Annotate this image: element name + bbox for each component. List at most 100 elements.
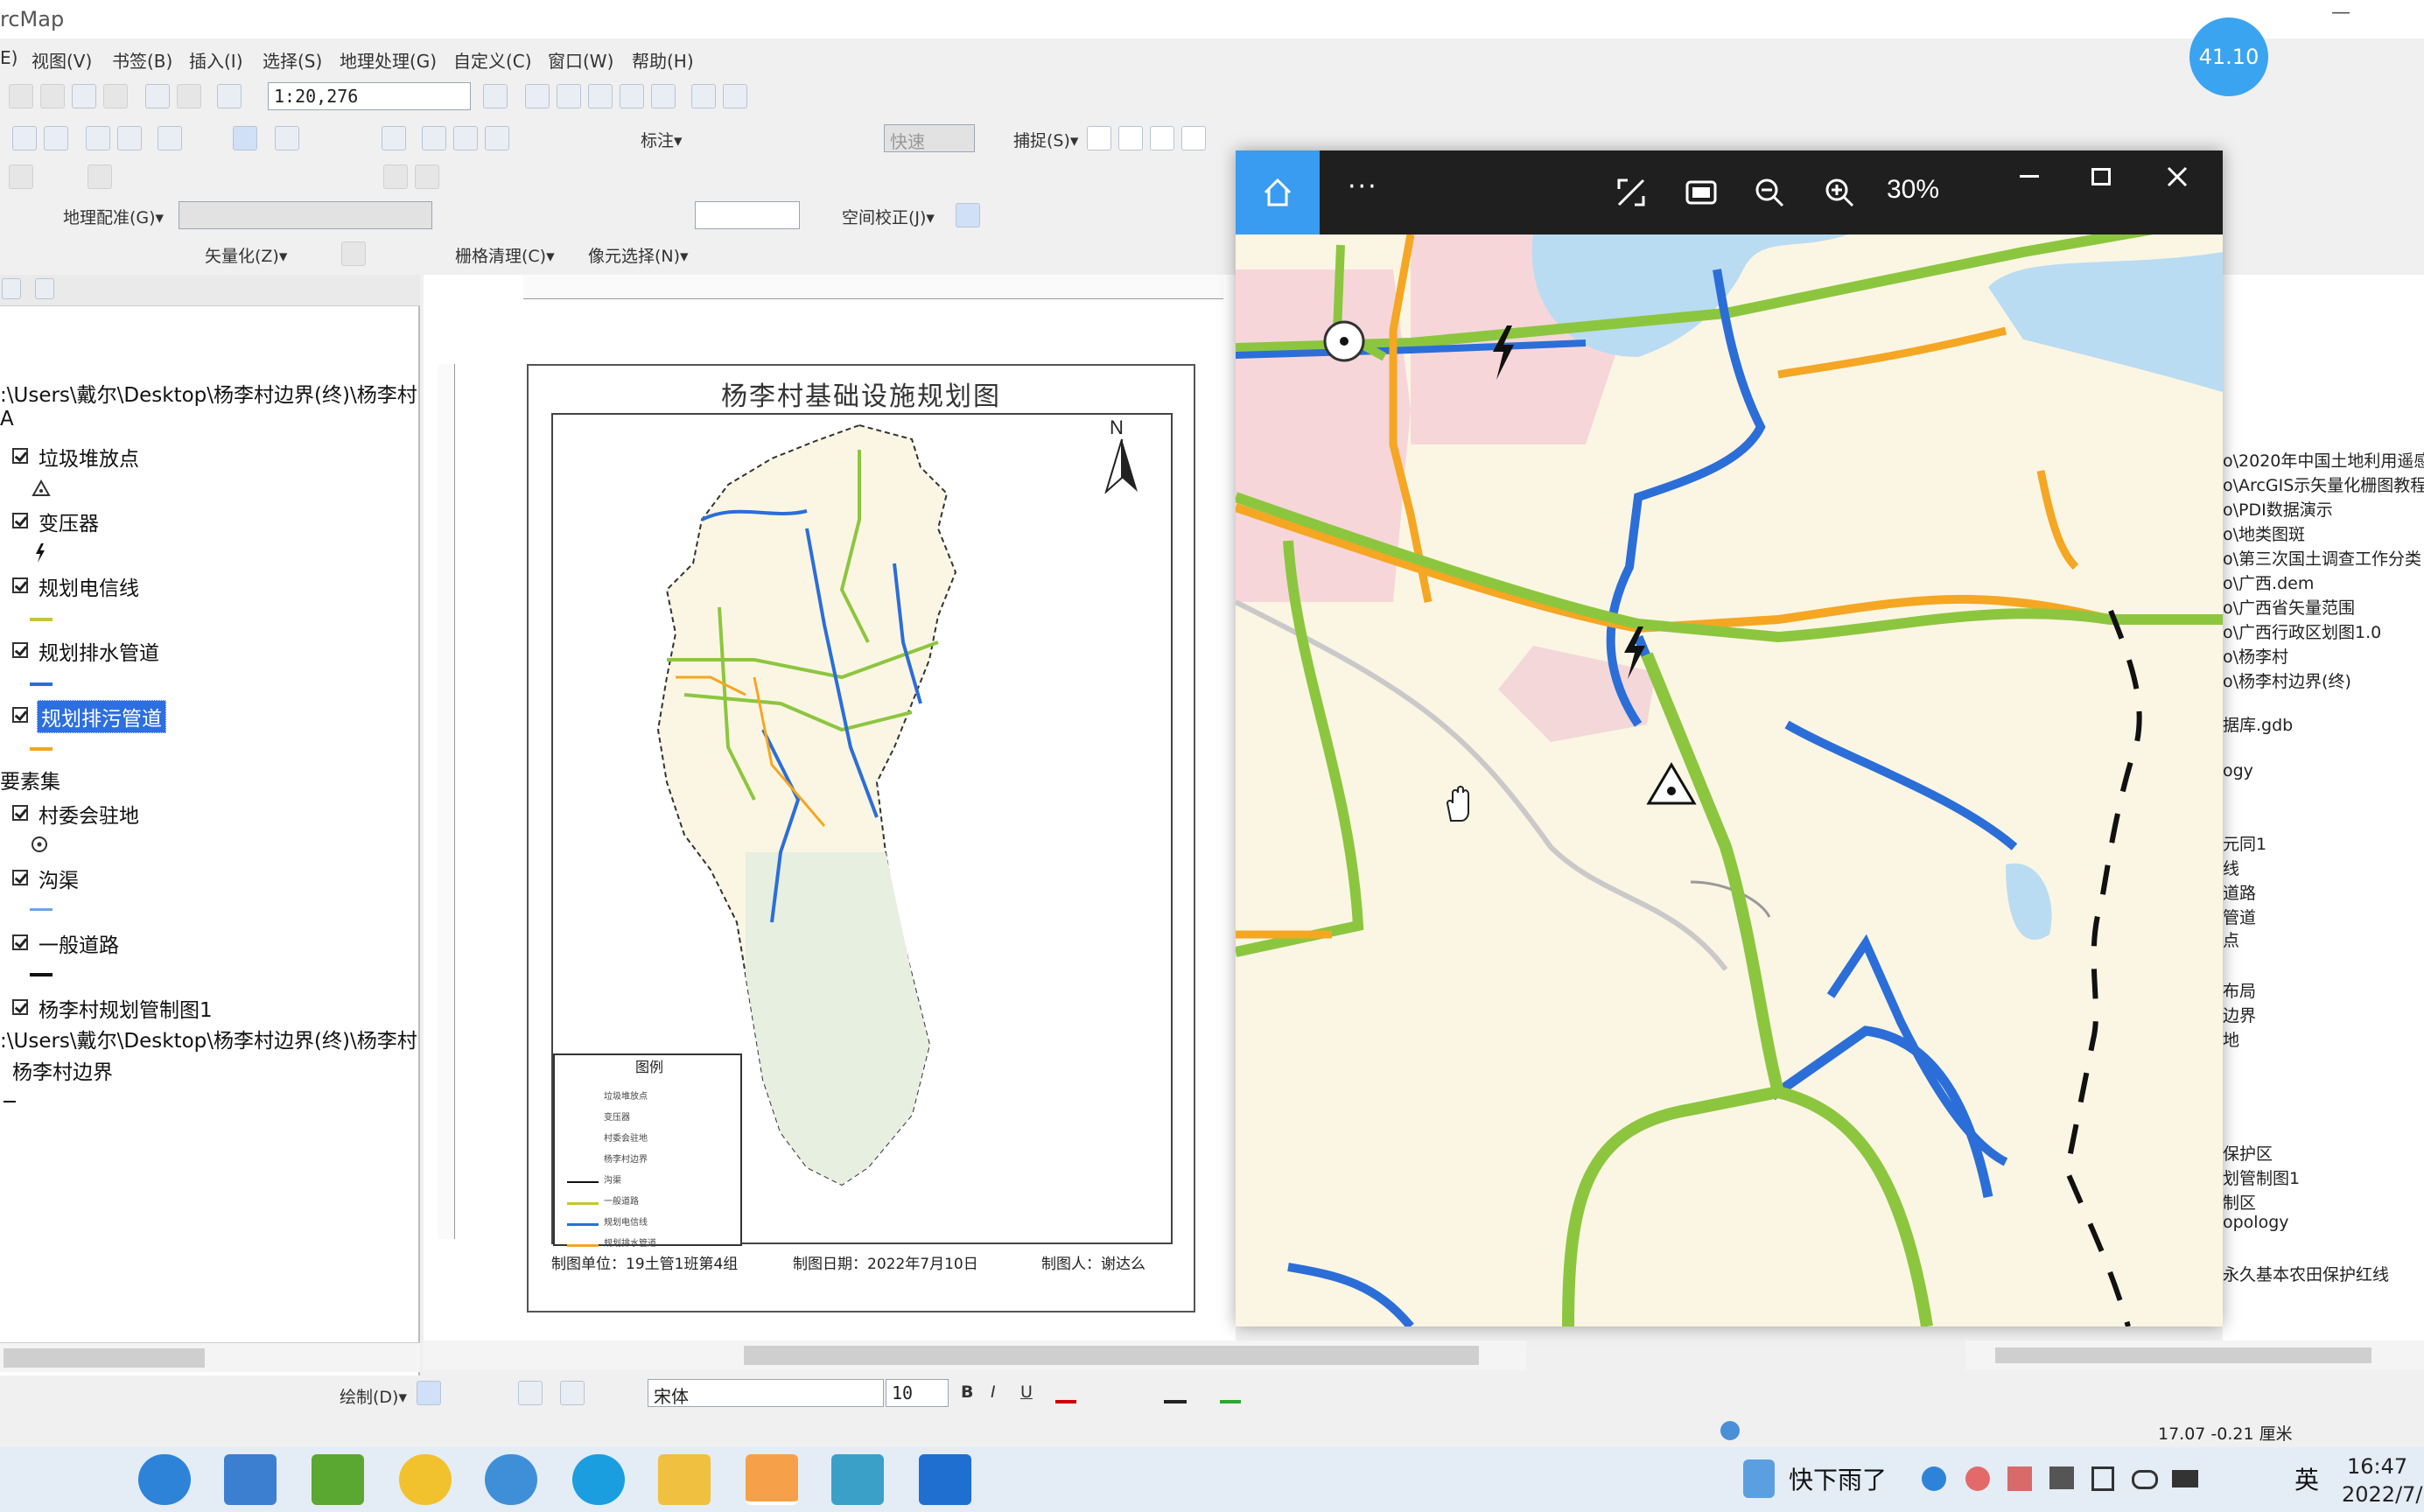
menu-help[interactable]: 帮助(H): [632, 47, 694, 73]
catalog-item[interactable]: 永久基本农田保护红线: [2223, 1262, 2389, 1285]
catalog-item[interactable]: 制区: [2223, 1190, 2256, 1214]
tray-icon[interactable]: [2007, 1466, 2032, 1491]
back-extent-icon[interactable]: [86, 126, 110, 150]
delete-icon[interactable]: [103, 84, 128, 108]
zoomed-map-image[interactable]: [1236, 234, 2223, 1326]
model-icon[interactable]: [691, 84, 716, 108]
editor-icon[interactable]: [483, 84, 508, 108]
catalog-item[interactable]: 点: [2223, 928, 2239, 951]
catalog-item[interactable]: o\第三次国土调查工作分类: [2223, 546, 2421, 570]
font-name-combo[interactable]: 宋体: [648, 1379, 884, 1407]
menu-view[interactable]: 视图(V): [32, 47, 92, 73]
shield-icon[interactable]: [2091, 1466, 2114, 1491]
wifi-icon[interactable]: [2212, 1468, 2238, 1491]
spatial-adjustment-menu[interactable]: 空间校正(J)▾: [842, 205, 935, 228]
legend[interactable]: 图例 垃圾堆放点 变压器 村委会驻地 杨李村边界 沟渠 一般道路 规划电信线 规…: [553, 1054, 742, 1249]
layer-checkbox[interactable]: [12, 870, 28, 886]
scrollbar-thumb[interactable]: [1995, 1348, 2371, 1363]
catalog-item[interactable]: o\广西行政区划图1.0: [2223, 620, 2381, 643]
more-options-button[interactable]: ···: [1348, 172, 1378, 202]
home-button[interactable]: [1236, 150, 1320, 234]
list-by-drawing-order-icon[interactable]: [2, 278, 21, 299]
menu-geoprocessing[interactable]: 地理处理(G): [340, 47, 437, 73]
tray-icon[interactable]: [1922, 1466, 1946, 1491]
clock-date[interactable]: 2022/7/: [2342, 1482, 2423, 1507]
line-color-icon[interactable]: [1164, 1384, 1187, 1404]
catalog-item[interactable]: 地: [2223, 1027, 2239, 1051]
toc-layer-control-map[interactable]: 杨李村规划管制图1: [39, 993, 213, 1023]
edge-snap-icon[interactable]: [1181, 126, 1206, 150]
app-icon[interactable]: [399, 1454, 452, 1505]
undo-icon[interactable]: [145, 84, 170, 108]
snapping-menu[interactable]: 捕捉(S)▾: [1013, 128, 1078, 151]
globe-app-icon[interactable]: [485, 1454, 537, 1505]
catalog-item[interactable]: 保护区: [2223, 1141, 2273, 1165]
menu-selection[interactable]: 选择(S): [263, 47, 322, 73]
layer-checkbox[interactable]: [12, 513, 28, 528]
minimize-icon[interactable]: [2020, 175, 2039, 178]
vertex-snap-icon[interactable]: [1150, 126, 1174, 150]
arccatalog-task-icon[interactable]: [831, 1454, 884, 1505]
file-explorer-icon[interactable]: [658, 1454, 711, 1505]
measure-icon[interactable]: [453, 126, 478, 150]
layer-checkbox[interactable]: [12, 642, 28, 658]
paste-icon[interactable]: [72, 84, 96, 108]
zoom-out-icon[interactable]: [1754, 177, 1785, 208]
task-view-icon[interactable]: [51, 1454, 103, 1505]
close-icon[interactable]: [2167, 166, 2188, 187]
layout-page[interactable]: 杨李村基础设施规划图 N 图例 垃圾堆放点 变压器 村委会驻地 杨李村边界 沟渠…: [527, 364, 1195, 1312]
label-toolbar-menu[interactable]: 标注▾: [641, 128, 683, 151]
layer-checkbox[interactable]: [12, 805, 28, 821]
toc-layer-telecom-line[interactable]: 规划电信线: [39, 571, 139, 601]
menu-edit[interactable]: E): [0, 47, 18, 68]
volume-icon[interactable]: [2251, 1468, 2275, 1491]
edge-icon[interactable]: [572, 1454, 625, 1505]
menu-bookmarks[interactable]: 书签(B): [112, 47, 172, 73]
cell-selection-menu[interactable]: 像元选择(N)▾: [588, 243, 689, 267]
slideshow-icon[interactable]: [1685, 178, 1717, 206]
weather-icon[interactable]: [1743, 1460, 1775, 1498]
catalog-item[interactable]: 布局: [2223, 978, 2256, 1002]
attributes-icon[interactable]: [383, 164, 408, 189]
group-feature-dataset[interactable]: 要素集: [0, 765, 60, 794]
search-window-icon[interactable]: [588, 84, 613, 108]
photos-task-icon[interactable]: [919, 1454, 971, 1505]
toc-window-icon[interactable]: [525, 84, 550, 108]
layer-checkbox[interactable]: [12, 934, 28, 950]
marker-color-icon[interactable]: [1220, 1384, 1241, 1404]
image-viewer-window[interactable]: [1236, 150, 2223, 1326]
select-features-icon[interactable]: [158, 126, 182, 150]
select-elements-icon[interactable]: [417, 1381, 441, 1405]
ime-indicator[interactable]: 英: [2294, 1461, 2319, 1496]
fixed-zoom-icon[interactable]: [44, 126, 68, 150]
font-color-icon[interactable]: [1055, 1384, 1076, 1404]
full-extent-icon[interactable]: [12, 126, 37, 150]
raster-cleanup-menu[interactable]: 栅格清理(C)▾: [455, 243, 555, 267]
catalog-item[interactable]: o\广西省矢量范围: [2223, 595, 2355, 619]
catalog-item[interactable]: ogy: [2223, 761, 2253, 780]
add-data-icon[interactable]: [217, 84, 242, 108]
catalog-scrollbar[interactable]: [1965, 1340, 2424, 1370]
catalog-item[interactable]: 管道: [2223, 905, 2256, 928]
raster-painting-icon[interactable]: [341, 242, 366, 266]
data-frame[interactable]: N 图例 垃圾堆放点 变压器 村委会驻地 杨李村边界 沟渠 一般道路 规划电信线…: [551, 413, 1173, 1249]
toc-horizontal-scrollbar[interactable]: [0, 1342, 420, 1372]
toc-layer-drainage-pipe[interactable]: 规划排水管道: [39, 636, 159, 666]
catalog-item[interactable]: 边界: [2223, 1003, 2256, 1026]
text-icon[interactable]: [560, 1381, 585, 1405]
catalog-item[interactable]: 据库.gdb: [2223, 712, 2293, 736]
underline-button[interactable]: U: [1020, 1382, 1033, 1402]
maximize-icon[interactable]: [2091, 168, 2111, 186]
toc-layer-transformer[interactable]: 变压器: [39, 507, 99, 536]
ie-icon[interactable]: [312, 1454, 364, 1505]
sketch-tool-icon[interactable]: [88, 164, 112, 189]
forward-extent-icon[interactable]: [117, 126, 142, 150]
zoom-in-icon[interactable]: [1824, 177, 1855, 208]
font-size-combo[interactable]: 10: [886, 1379, 949, 1407]
georeferencing-menu[interactable]: 地理配准(G)▾: [63, 205, 164, 228]
browser-icon[interactable]: [138, 1454, 191, 1505]
vectorization-menu[interactable]: 矢量化(Z)▾: [205, 243, 287, 267]
identify-results-icon[interactable]: [723, 84, 747, 108]
drawing-menu[interactable]: 绘制(D)▾: [340, 1384, 407, 1408]
scrollbar-thumb[interactable]: [4, 1348, 205, 1368]
